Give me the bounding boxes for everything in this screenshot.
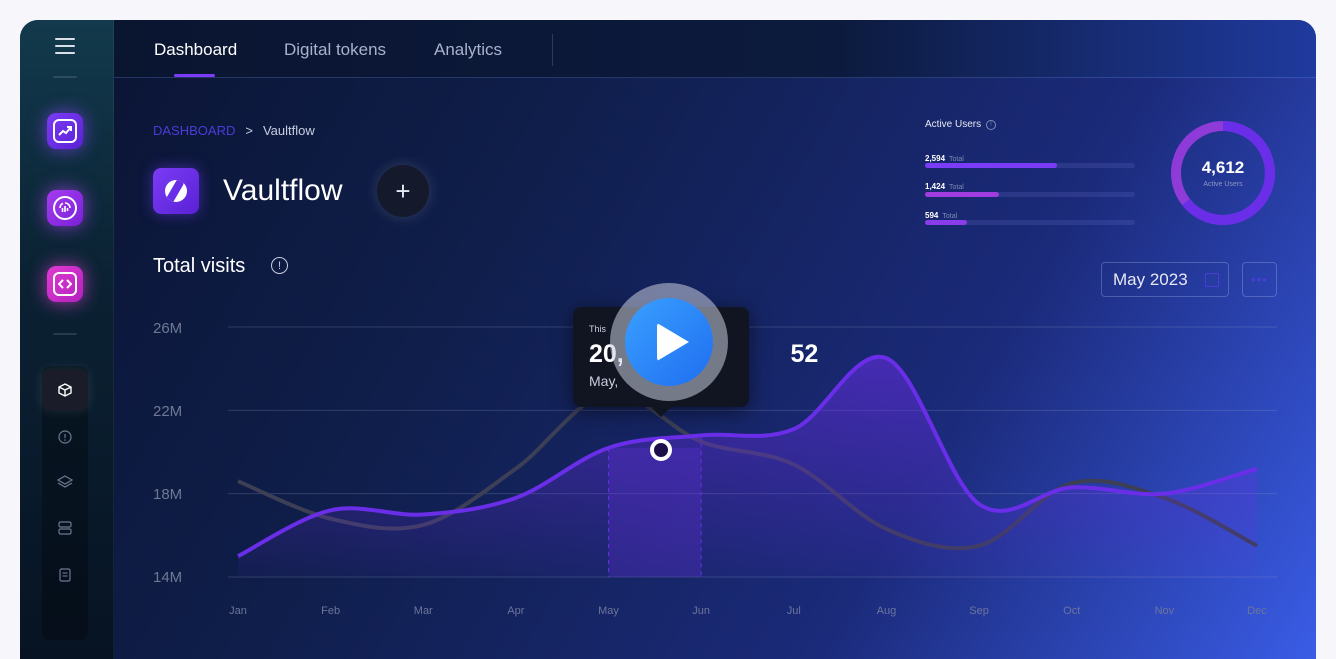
page-title: Vaultflow bbox=[223, 174, 343, 207]
x-tick-label: Nov bbox=[1154, 605, 1175, 617]
sidebar-app-chart[interactable] bbox=[47, 113, 83, 149]
active-users-bar-fill bbox=[925, 192, 999, 197]
project-logo-mark bbox=[165, 180, 187, 202]
tab-dashboard[interactable]: Dashboard bbox=[154, 40, 237, 60]
active-users-bar bbox=[925, 192, 1135, 197]
x-tick-label: Apr bbox=[507, 605, 525, 617]
active-users-total: 4,612 bbox=[1201, 158, 1245, 177]
sub-nav-alert[interactable] bbox=[42, 417, 88, 457]
active-users-bar-fill bbox=[925, 220, 967, 225]
info-icon[interactable]: ! bbox=[986, 120, 996, 130]
info-icon[interactable]: ! bbox=[271, 257, 288, 274]
app-window: Dashboard Digital tokens Analytics DASHB… bbox=[20, 20, 1316, 659]
calendar-icon bbox=[1205, 273, 1219, 287]
left-rail bbox=[20, 20, 114, 659]
breadcrumb-separator: > bbox=[245, 123, 253, 138]
sub-nav-layers[interactable] bbox=[42, 462, 88, 502]
y-tick-label: 18M bbox=[153, 486, 183, 503]
x-tick-label: Oct bbox=[1063, 605, 1081, 617]
sub-nav-server[interactable] bbox=[42, 508, 88, 548]
y-tick-label: 26M bbox=[153, 320, 183, 337]
rail-divider bbox=[53, 76, 77, 78]
breadcrumb-root[interactable]: DASHBOARD bbox=[153, 123, 235, 138]
rail-divider bbox=[53, 333, 77, 335]
tab-analytics[interactable]: Analytics bbox=[434, 40, 502, 60]
x-tick-label: Dec bbox=[1247, 605, 1267, 617]
server-icon bbox=[58, 521, 72, 535]
project-logo bbox=[153, 168, 199, 214]
top-nav: Dashboard Digital tokens Analytics bbox=[114, 20, 1316, 78]
tab-digital-tokens[interactable]: Digital tokens bbox=[284, 40, 386, 60]
breadcrumb: DASHBOARD > Vaultflow bbox=[153, 123, 315, 138]
x-tick-label: Sep bbox=[969, 605, 989, 617]
active-users-bar bbox=[925, 163, 1135, 168]
play-icon bbox=[657, 323, 689, 361]
sub-nav-document[interactable] bbox=[42, 555, 88, 595]
tooltip-date: May, bbox=[589, 373, 619, 389]
x-tick-label: Jun bbox=[692, 605, 711, 617]
active-users-bar-fill bbox=[925, 163, 1058, 168]
layers-icon bbox=[57, 475, 73, 488]
x-tick-label: May bbox=[598, 605, 619, 617]
fingerprint-icon bbox=[53, 196, 77, 220]
chart-point-marker[interactable] bbox=[650, 439, 672, 461]
x-tick-label: Aug bbox=[876, 605, 897, 617]
alert-circle-icon bbox=[58, 430, 72, 444]
code-brackets-icon bbox=[53, 272, 77, 296]
active-users-total-label: Active Users bbox=[1203, 181, 1243, 188]
active-users-label: Total bbox=[942, 213, 958, 220]
x-tick-label: Jul bbox=[786, 605, 801, 617]
x-tick-label: Mar bbox=[413, 605, 433, 617]
document-icon bbox=[59, 568, 71, 582]
active-users-bar bbox=[925, 220, 1135, 225]
sidebar-app-code[interactable] bbox=[47, 266, 83, 302]
date-filter-button[interactable]: May 2023 bbox=[1101, 262, 1229, 297]
hamburger-menu-icon[interactable] bbox=[55, 38, 75, 54]
active-users-title: Active Users bbox=[925, 119, 982, 130]
x-tick-label: Feb bbox=[321, 605, 341, 617]
sub-nav-cube[interactable] bbox=[42, 370, 88, 410]
active-tab-indicator bbox=[174, 74, 215, 77]
active-users-value: 594 bbox=[925, 211, 939, 220]
active-users-value: 1,424 bbox=[925, 182, 946, 191]
breadcrumb-current: Vaultflow bbox=[262, 123, 315, 138]
cube-icon bbox=[58, 383, 72, 397]
active-users-label: Total bbox=[949, 156, 964, 163]
total-visits-title: Total visits bbox=[153, 255, 246, 277]
play-button[interactable] bbox=[610, 283, 728, 401]
x-tick-label: Jan bbox=[229, 605, 247, 617]
tooltip-label: This bbox=[589, 324, 607, 334]
y-tick-label: 14M bbox=[153, 569, 183, 586]
trend-chart-icon bbox=[53, 119, 77, 143]
tab-divider bbox=[552, 34, 553, 66]
date-filter-label: May 2023 bbox=[1113, 269, 1188, 289]
active-users-label: Total bbox=[949, 184, 964, 191]
add-button[interactable]: + bbox=[377, 165, 429, 217]
sidebar-app-fingerprint[interactable] bbox=[47, 190, 83, 226]
more-options-button[interactable]: ••• bbox=[1242, 262, 1277, 297]
play-button-inner bbox=[625, 298, 713, 386]
y-tick-label: 22M bbox=[153, 403, 183, 420]
active-users-value: 2,594 bbox=[925, 154, 946, 163]
